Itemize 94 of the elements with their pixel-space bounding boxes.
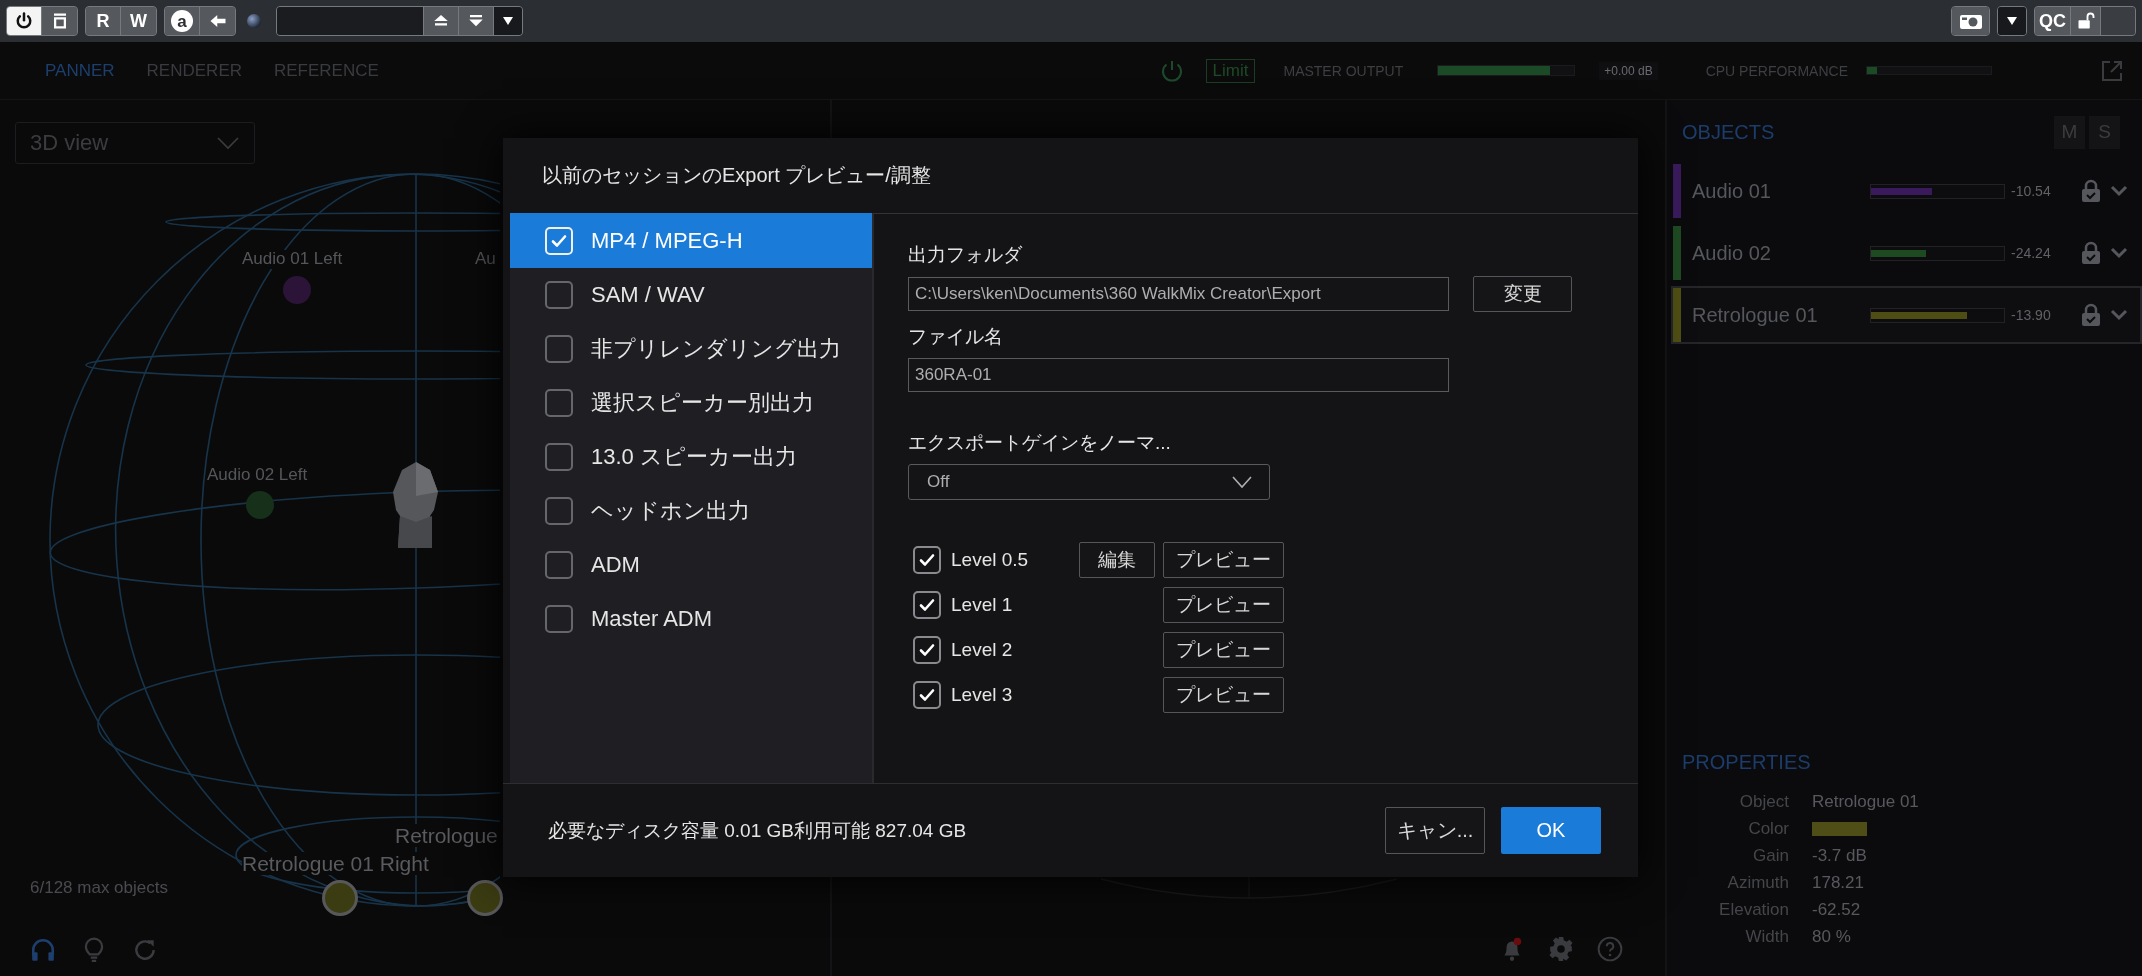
property-label: Elevation (1718, 899, 1789, 921)
orb-icon (247, 14, 261, 28)
checkbox[interactable] (913, 545, 941, 574)
dropdown-button[interactable] (494, 7, 522, 35)
format-item[interactable]: ADM (510, 538, 872, 592)
property-value: -3.7 dB (1812, 845, 1868, 867)
format-item[interactable]: 13.0 スピーカー出力 (510, 430, 872, 484)
down-arrow-icon (467, 13, 485, 29)
chevron-down-icon (2110, 309, 2128, 321)
toolbar-button[interactable]: QC (2035, 7, 2071, 35)
toggle-button[interactable] (2101, 7, 2135, 35)
level-label: Level 0.5 (951, 548, 1030, 571)
padlock-icon (2076, 12, 2095, 30)
field-label: エクスポートゲインをノーマ... (908, 431, 1172, 455)
headphones-icon (30, 937, 56, 963)
circled-letter-button[interactable]: a (165, 7, 200, 35)
file-name-field[interactable]: 360RA-01 (908, 358, 1449, 392)
objects-heading: OBJECTS (1682, 120, 1775, 144)
refresh-icon (132, 937, 158, 963)
preview-button[interactable]: プレビュー (1163, 631, 1284, 668)
gain-dropdown[interactable]: Off (908, 464, 1270, 500)
external-link-icon (2100, 58, 2124, 83)
arrow-left-icon (208, 13, 227, 29)
lock-icon (2081, 303, 2101, 327)
format-item[interactable]: SAM / WAV (510, 268, 872, 322)
object-dot[interactable] (246, 491, 274, 519)
chevron-down-icon (1231, 475, 1253, 489)
lock-icon (2081, 241, 2101, 265)
power-icon (1159, 58, 1184, 83)
checkbox[interactable] (545, 281, 573, 309)
object-dot[interactable] (283, 276, 311, 304)
gear-icon (1548, 936, 1574, 962)
format-item[interactable]: Master ADM (510, 592, 872, 646)
preview-button[interactable]: プレビュー (1163, 541, 1284, 578)
properties-heading: PROPERTIES (1682, 751, 1811, 773)
checkbox[interactable] (913, 680, 941, 709)
property-label: Gain (1752, 845, 1789, 867)
property-value: -62.52 (1812, 899, 1862, 921)
format-item[interactable]: 非プリレンダリング出力 (510, 322, 872, 376)
format-item[interactable]: 選択スピーカー別出力 (510, 376, 872, 430)
caret-down-icon (502, 16, 514, 26)
caret-down-icon (2006, 16, 2018, 26)
chevron-down-icon (216, 136, 240, 150)
text-field[interactable] (277, 7, 424, 35)
property-value: Retrologue 01 (1812, 791, 1920, 813)
camera-button[interactable] (1952, 7, 1989, 35)
power-button[interactable] (7, 7, 42, 35)
preview-button[interactable]: プレビュー (1163, 586, 1284, 623)
checkbox[interactable] (545, 605, 573, 633)
disk-space-text: 必要なディスク容量 0.01 GB利用可能 827.04 GB (548, 818, 967, 843)
checkbox[interactable] (545, 443, 573, 471)
help-icon (1597, 936, 1623, 962)
level-label: Level 3 (951, 683, 1014, 706)
color-swatch[interactable] (1812, 821, 1867, 836)
checkbox[interactable] (545, 389, 573, 417)
output-reading: +0.00 dB (1599, 61, 1658, 80)
marker-label: Retrologue 01 Right (242, 852, 429, 876)
format-item[interactable]: MP4 / MPEG-H (510, 213, 872, 268)
checkbox[interactable] (545, 335, 573, 363)
dropdown-button[interactable] (1998, 7, 2026, 35)
object-dot[interactable] (467, 880, 503, 916)
camera-icon (1958, 12, 1983, 30)
marker-label: Retrologue (395, 824, 498, 848)
checkbox[interactable] (913, 635, 941, 664)
toolbar-button[interactable]: R (86, 7, 121, 35)
property-label: Object (1738, 791, 1789, 813)
property-value: 178.21 (1812, 872, 1865, 894)
object-dot[interactable] (322, 880, 358, 916)
ok-button[interactable]: OK (1501, 807, 1601, 854)
chevron-down-icon (2110, 185, 2128, 197)
level-label: Level 1 (951, 593, 1014, 616)
object-count: 6/128 max objects (30, 878, 168, 898)
property-label: Azimuth (1726, 872, 1789, 894)
checkbox[interactable] (545, 551, 573, 579)
property-label: Color (1747, 818, 1789, 840)
lock-icon (2081, 179, 2101, 203)
change-button[interactable]: 変更 (1473, 276, 1572, 312)
level-label: Level 2 (951, 638, 1014, 661)
cancel-button[interactable]: キャン... (1385, 807, 1485, 854)
checkbox[interactable] (913, 590, 941, 619)
checkbox[interactable] (545, 497, 573, 525)
up-arrow-icon (432, 13, 450, 29)
field-label: 出力フォルダ (908, 243, 1023, 267)
format-item[interactable]: ヘッドホン出力 (510, 484, 872, 538)
chevron-down-icon (2110, 247, 2128, 259)
dialog-title: 以前のセッションのExport プレビュー/調整 (541, 163, 932, 188)
property-label: Width (1744, 926, 1789, 948)
edit-button[interactable]: 編集 (1079, 541, 1155, 578)
property-value: 80 % (1812, 926, 1852, 948)
field-label: ファイル名 (908, 325, 1004, 349)
marker-label: Audio 01 Left (242, 250, 343, 269)
folder-field[interactable]: C:\Users\ken\Documents\360 WalkMix Creator\Export (908, 277, 1449, 311)
power-icon (14, 11, 34, 31)
preview-button[interactable]: プレビュー (1163, 676, 1284, 713)
